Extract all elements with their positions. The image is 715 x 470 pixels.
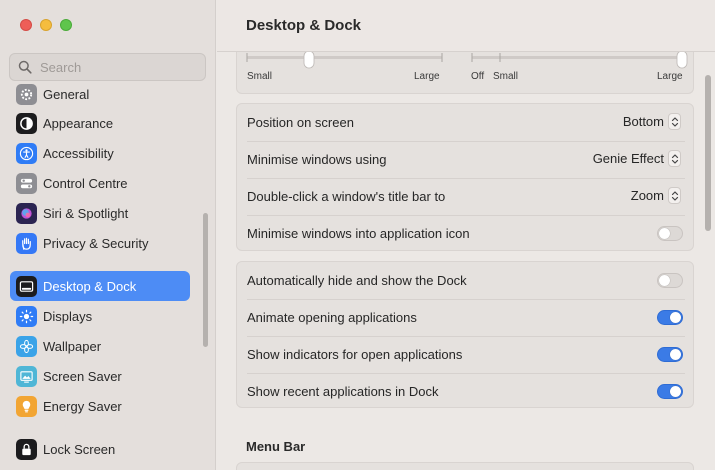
recent-apps-toggle[interactable] [657, 384, 683, 399]
menu-bar-section-title: Menu Bar [246, 439, 306, 454]
popup-value: Bottom [622, 114, 664, 129]
sidebar-item-siri-spotlight[interactable]: Siri & Spotlight [10, 198, 190, 228]
hand-icon [16, 232, 37, 254]
gear-icon [16, 83, 37, 105]
minimise-into-icon-label: Minimise windows into application icon [247, 226, 470, 241]
autohide-row: Automatically hide and show the Dock [237, 262, 693, 299]
minimise-using-row: Minimise windows using Genie Effect [237, 141, 693, 178]
sidebar-item-label: Displays [43, 308, 93, 324]
toggle-knob [659, 228, 670, 239]
sidebar-item-label: Control Centre [43, 175, 128, 191]
search-field[interactable] [9, 53, 206, 81]
close-button[interactable] [20, 19, 32, 31]
sidebar-item-label: Accessibility [43, 145, 114, 161]
sidebar-item-lock-screen[interactable]: Lock Screen [10, 434, 190, 464]
main-pane: Desktop & Dock Small Large Off Small Lar… [217, 0, 715, 470]
minimise-into-icon-toggle[interactable] [657, 226, 683, 241]
screensaver-icon [16, 365, 37, 387]
sidebar: General Appearance Accessibility Control… [0, 0, 216, 470]
indicators-toggle[interactable] [657, 347, 683, 362]
toggle-knob [670, 349, 681, 360]
sidebar-item-label: General [43, 86, 90, 102]
sun-icon [16, 305, 37, 327]
search-input[interactable] [40, 59, 190, 75]
sidebar-item-label: Screen Saver [43, 368, 122, 384]
titlebar: Desktop & Dock [217, 0, 715, 52]
magnification-slider-knob [676, 50, 688, 69]
toggle-knob [670, 386, 681, 397]
sidebar-item-energy-saver[interactable]: Energy Saver [10, 391, 190, 421]
indicators-row: Show indicators for open applications [237, 336, 693, 373]
minimise-into-icon-row: Minimise windows into application icon [237, 215, 693, 252]
position-on-screen-row: Position on screen Bottom [237, 104, 693, 141]
size-max-label: Large [414, 71, 440, 82]
sidebar-item-label: Privacy & Security [43, 235, 149, 251]
position-on-screen-label: Position on screen [247, 115, 354, 130]
size-slider[interactable] [246, 50, 443, 69]
recent-apps-label: Show recent applications in Dock [247, 384, 439, 399]
menu-bar-card [236, 462, 694, 470]
updown-chevron-icon [668, 113, 681, 130]
toggle-knob [670, 312, 681, 323]
sidebar-item-privacy-security[interactable]: Privacy & Security [10, 228, 190, 258]
sidebar-item-label: Desktop & Dock [43, 278, 137, 294]
sidebar-list: General Appearance Accessibility Control… [10, 80, 192, 470]
sidebar-item-label: Appearance [43, 115, 114, 131]
indicators-label: Show indicators for open applications [247, 347, 463, 362]
magnification-min-label: Small [493, 71, 519, 82]
dock-icon [16, 275, 37, 297]
autohide-toggle[interactable] [657, 273, 683, 288]
updown-chevron-icon [668, 187, 681, 204]
minimise-button[interactable] [40, 19, 52, 31]
recent-apps-row: Show recent applications in Dock [237, 373, 693, 410]
autohide-label: Automatically hide and show the Dock [247, 273, 467, 288]
minimise-using-label: Minimise windows using [247, 152, 387, 167]
window-controls [20, 19, 72, 31]
magnification-off-label: Off [471, 71, 485, 82]
sidebar-item-accessibility[interactable]: Accessibility [10, 138, 190, 168]
double-click-label: Double-click a window's title bar to [247, 189, 446, 204]
search-icon [18, 60, 32, 74]
sidebar-item-appearance[interactable]: Appearance [10, 108, 190, 138]
size-slider-knob [303, 50, 315, 69]
main-scrollbar[interactable] [705, 75, 711, 231]
flower-icon [16, 335, 37, 357]
dock-window-settings: Position on screen Bottom Minimise windo… [236, 103, 694, 251]
minimise-using-popup[interactable]: Genie Effect [593, 150, 681, 167]
sidebar-item-screen-saver[interactable]: Screen Saver [10, 361, 190, 391]
accessibility-icon [16, 142, 37, 164]
double-click-popup[interactable]: Zoom [631, 187, 681, 204]
position-on-screen-popup[interactable]: Bottom [623, 113, 681, 130]
sidebar-item-label: Wallpaper [43, 338, 102, 354]
sidebar-item-general[interactable]: General [10, 80, 190, 109]
sidebar-item-label: Siri & Spotlight [43, 205, 129, 221]
size-min-label: Small [247, 71, 273, 82]
control-centre-icon [16, 172, 37, 194]
lock-icon [16, 438, 37, 460]
bulb-icon [16, 395, 37, 417]
double-click-row: Double-click a window's title bar to Zoo… [237, 178, 693, 215]
animate-label: Animate opening applications [247, 310, 417, 325]
sidebar-scrollbar[interactable] [203, 213, 208, 347]
toggle-knob [659, 275, 670, 286]
dock-behaviour-settings: Automatically hide and show the Dock Ani… [236, 261, 694, 408]
sidebar-item-wallpaper[interactable]: Wallpaper [10, 331, 190, 361]
popup-value: Zoom [630, 188, 664, 203]
sidebar-item-label: Energy Saver [43, 398, 122, 414]
updown-chevron-icon [668, 150, 681, 167]
animate-toggle[interactable] [657, 310, 683, 325]
animate-row: Animate opening applications [237, 299, 693, 336]
magnification-slider[interactable] [471, 50, 688, 69]
sidebar-item-label: Lock Screen [43, 441, 116, 457]
sidebar-item-desktop-dock[interactable]: Desktop & Dock [10, 271, 190, 301]
sidebar-item-control-centre[interactable]: Control Centre [10, 168, 190, 198]
popup-value: Genie Effect [592, 151, 664, 166]
siri-icon [16, 202, 37, 224]
zoom-button[interactable] [60, 19, 72, 31]
sidebar-item-displays[interactable]: Displays [10, 301, 190, 331]
page-title: Desktop & Dock [246, 17, 362, 34]
appearance-icon [16, 112, 37, 134]
magnification-max-label: Large [657, 71, 683, 82]
